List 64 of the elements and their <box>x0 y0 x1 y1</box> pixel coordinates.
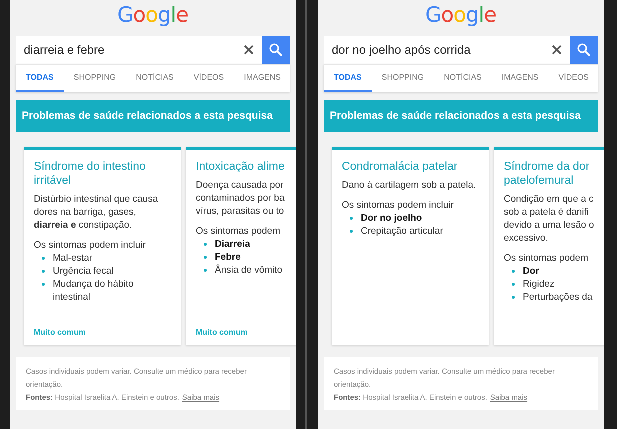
symptom-text: Urgência fecal <box>53 265 114 278</box>
condition-title[interactable]: Síndrome da dor patelofemural <box>504 160 604 188</box>
tab[interactable]: SHOPPING <box>64 65 126 92</box>
bullet-icon <box>42 283 45 286</box>
clear-button[interactable] <box>236 36 262 64</box>
symptom-text: Dor no joelho <box>361 212 422 225</box>
bullet-icon <box>512 296 515 299</box>
tab[interactable]: IMAGENS <box>492 65 549 92</box>
bullet-icon <box>512 270 515 273</box>
symptoms-heading: Os sintomas podem <box>504 252 590 265</box>
tab[interactable]: TODAS <box>324 65 372 92</box>
condition-description: Distúrbio intestinal que causa dores na barriga, gases, diarreia e constipação. <box>34 193 160 232</box>
bullet-icon <box>204 269 207 272</box>
condition-description: Doença causada por contaminados por ba vírus, parasitas ou to <box>196 179 286 218</box>
tab[interactable]: IMAGENS <box>234 65 290 92</box>
banner: Problemas de saúde relacionados a esta pesquisa <box>324 100 598 132</box>
condition-card[interactable]: Síndrome da dor patelofemural Condição em que a c sob a patela é danifi devido a uma lesão o excessivo. Os sintomas podem Dor Rigidez Perturbações da <box>494 147 604 345</box>
search-icon <box>577 43 591 57</box>
search-field[interactable]: diarreia e febre <box>16 36 236 64</box>
symptom-text: Crepitação articular <box>361 225 444 238</box>
search-button[interactable] <box>262 36 290 64</box>
frequency-label: Muito comum <box>196 328 249 337</box>
close-icon <box>552 45 562 55</box>
close-icon <box>244 45 254 55</box>
search-icon <box>269 43 283 57</box>
banner: Problemas de saúde relacionados a esta pesquisa <box>16 100 290 132</box>
symptoms-heading: Os sintomas podem incluir <box>342 199 455 212</box>
search-field[interactable]: dor no joelho após corrida <box>324 36 544 64</box>
tab[interactable]: VÍDEOS <box>548 65 598 92</box>
symptom-text: Ânsia de vômito <box>215 264 283 277</box>
symptom-text: Mal-estar <box>53 252 93 265</box>
bullet-icon <box>350 230 353 233</box>
tab[interactable]: NOTÍCIAS <box>434 65 492 92</box>
condition-title[interactable]: Síndrome do intestino irritável <box>34 160 171 188</box>
condition-title[interactable]: Condromalácia patelar <box>342 160 479 174</box>
bullet-icon <box>204 243 207 246</box>
symptom-text: Dor <box>523 265 540 278</box>
google-logo: Google <box>117 2 189 28</box>
symptom-text: Febre <box>215 251 241 264</box>
symptoms-heading: Os sintomas podem incluir <box>34 239 147 252</box>
symptom-text: Mudança do hábito intestinal <box>53 278 135 304</box>
condition-card[interactable]: Intoxicação alime Doença causada por contaminados por ba vírus, parasitas ou to Os sintomas podem Diarreia Febre Ânsia de vômito Muito comum <box>186 147 296 345</box>
bullet-icon <box>42 257 45 260</box>
condition-description: Dano à cartilagem sob a patela. <box>342 179 478 192</box>
condition-card[interactable]: Condromalácia patelar Dano à cartilagem sob a patela. Os sintomas podem incluir Dor no joelho Crepitação articular <box>332 147 489 345</box>
frequency-label: Muito comum <box>34 328 87 337</box>
tab[interactable]: SHOPPING <box>372 65 434 92</box>
tab[interactable]: NOTÍCIAS <box>126 65 184 92</box>
clear-button[interactable] <box>544 36 570 64</box>
symptoms-heading: Os sintomas podem <box>196 225 282 238</box>
tab[interactable]: TODAS <box>16 65 64 92</box>
condition-title[interactable]: Intoxicação alime <box>196 160 296 174</box>
search-button[interactable] <box>570 36 598 64</box>
bullet-icon <box>350 217 353 220</box>
condition-card[interactable] <box>24 147 181 345</box>
symptom-text: Rigidez <box>523 278 555 291</box>
symptom-text: Diarreia <box>215 238 250 251</box>
symptom-text: Perturbações da <box>523 291 593 304</box>
condition-description: Condição em que a c sob a patela é danifi devido a uma lesão o excessivo. <box>504 193 596 245</box>
bullet-icon <box>512 283 515 286</box>
bullet-icon <box>42 270 45 273</box>
google-logo: Google <box>425 2 497 28</box>
bullet-icon <box>204 256 207 259</box>
tab[interactable]: VÍDEOS <box>184 65 234 92</box>
